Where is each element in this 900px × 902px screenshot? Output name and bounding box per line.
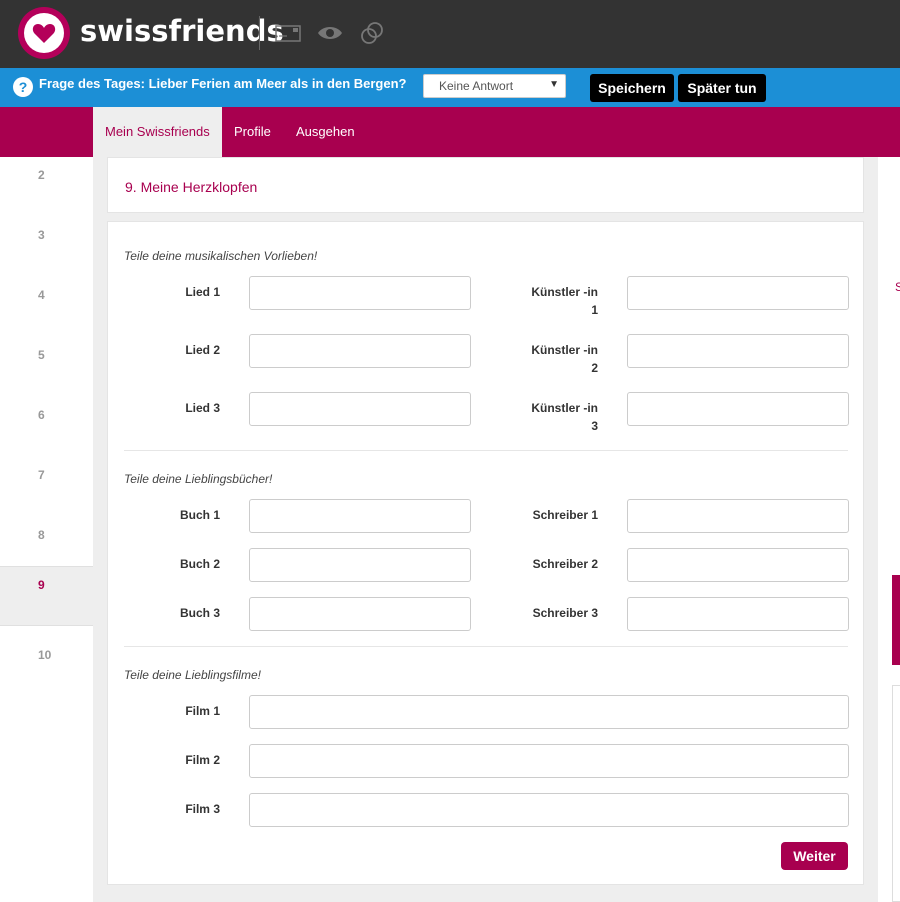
artist-1-label: Künstler -in 1 — [531, 285, 598, 317]
next-button[interactable]: Weiter — [781, 842, 848, 870]
right-panel: S — [878, 157, 900, 902]
book-3-label: Buch 3 — [179, 606, 220, 620]
topbar-divider — [259, 16, 260, 50]
step-7[interactable]: 7 — [0, 457, 93, 517]
artist-3-input[interactable] — [627, 392, 849, 426]
section-divider — [124, 646, 848, 647]
books-heading: Teile deine Lieblingsbücher! — [124, 472, 273, 486]
question-of-the-day-bar: ? Frage des Tages: Lieber Ferien am Meer… — [0, 68, 900, 107]
eye-icon[interactable] — [316, 19, 344, 47]
film-2-label: Film 2 — [185, 753, 220, 767]
section-divider — [124, 450, 848, 451]
book-1-label: Buch 1 — [179, 508, 220, 522]
answer-select-value: Keine Antwort — [439, 79, 514, 93]
top-bar: swissfriends — [0, 0, 900, 68]
main-nav: Mein Swissfriends Profile Ausgehen — [0, 107, 900, 157]
song-1-label: Lied 1 — [185, 285, 220, 299]
caret-down-icon: ▼ — [549, 79, 559, 90]
song-1-input[interactable] — [249, 276, 471, 310]
nav-item-ausgehen[interactable]: Ausgehen — [296, 107, 355, 157]
book-2-label: Buch 2 — [179, 557, 220, 571]
right-panel-letter: S — [895, 280, 900, 294]
later-button[interactable]: Später tun — [678, 74, 766, 102]
right-panel-box — [892, 685, 900, 902]
step-4[interactable]: 4 — [0, 277, 93, 337]
nav-item-profile[interactable]: Profile — [234, 107, 271, 157]
writer-3-label: Schreiber 3 — [532, 606, 598, 620]
step-9[interactable]: 9 — [0, 566, 93, 626]
favorites-form: Teile deine musikalischen Vorlieben! Lie… — [107, 221, 864, 885]
book-2-input[interactable] — [249, 548, 471, 582]
book-1-input[interactable] — [249, 499, 471, 533]
artist-1-input[interactable] — [627, 276, 849, 310]
step-5[interactable]: 5 — [0, 337, 93, 397]
film-3-label: Film 3 — [185, 802, 220, 816]
mail-icon[interactable] — [274, 19, 302, 47]
step-3[interactable]: 3 — [0, 217, 93, 277]
step-list: 2 3 4 5 6 7 8 9 10 — [0, 157, 93, 902]
step-2[interactable]: 2 — [0, 157, 93, 217]
artist-3-label: Künstler -in 3 — [531, 401, 598, 433]
music-heading: Teile deine musikalischen Vorlieben! — [124, 249, 318, 263]
book-3-input[interactable] — [249, 597, 471, 631]
film-1-label: Film 1 — [185, 704, 220, 718]
writer-1-input[interactable] — [627, 499, 849, 533]
question-icon: ? — [13, 77, 33, 97]
film-2-input[interactable] — [249, 744, 849, 778]
artist-2-input[interactable] — [627, 334, 849, 368]
film-3-input[interactable] — [249, 793, 849, 827]
answer-select[interactable]: Keine Antwort ▼ — [423, 74, 566, 98]
writer-2-input[interactable] — [627, 548, 849, 582]
writer-1-label: Schreiber 1 — [532, 508, 598, 522]
section-title-card: 9. Meine Herzklopfen — [107, 157, 864, 213]
song-2-label: Lied 2 — [185, 343, 220, 357]
song-3-label: Lied 3 — [185, 401, 220, 415]
step-10[interactable]: 10 — [0, 637, 93, 697]
film-1-input[interactable] — [249, 695, 849, 729]
save-button[interactable]: Speichern — [590, 74, 674, 102]
writer-2-label: Schreiber 2 — [532, 557, 598, 571]
song-3-input[interactable] — [249, 392, 471, 426]
nav-item-mein-swissfriends[interactable]: Mein Swissfriends — [93, 107, 222, 157]
films-heading: Teile deine Lieblingsfilme! — [124, 668, 261, 682]
rings-icon[interactable] — [358, 19, 386, 47]
right-panel-accent — [892, 575, 900, 665]
artist-2-label: Künstler -in 2 — [531, 343, 598, 375]
writer-3-input[interactable] — [627, 597, 849, 631]
heart-icon — [32, 24, 56, 43]
step-6[interactable]: 6 — [0, 397, 93, 457]
question-text: Frage des Tages: Lieber Ferien am Meer a… — [39, 76, 407, 91]
logo-heart-icon[interactable] — [18, 7, 70, 59]
brand-name[interactable]: swissfriends — [80, 14, 284, 48]
song-2-input[interactable] — [249, 334, 471, 368]
page-title: 9. Meine Herzklopfen — [125, 179, 258, 195]
